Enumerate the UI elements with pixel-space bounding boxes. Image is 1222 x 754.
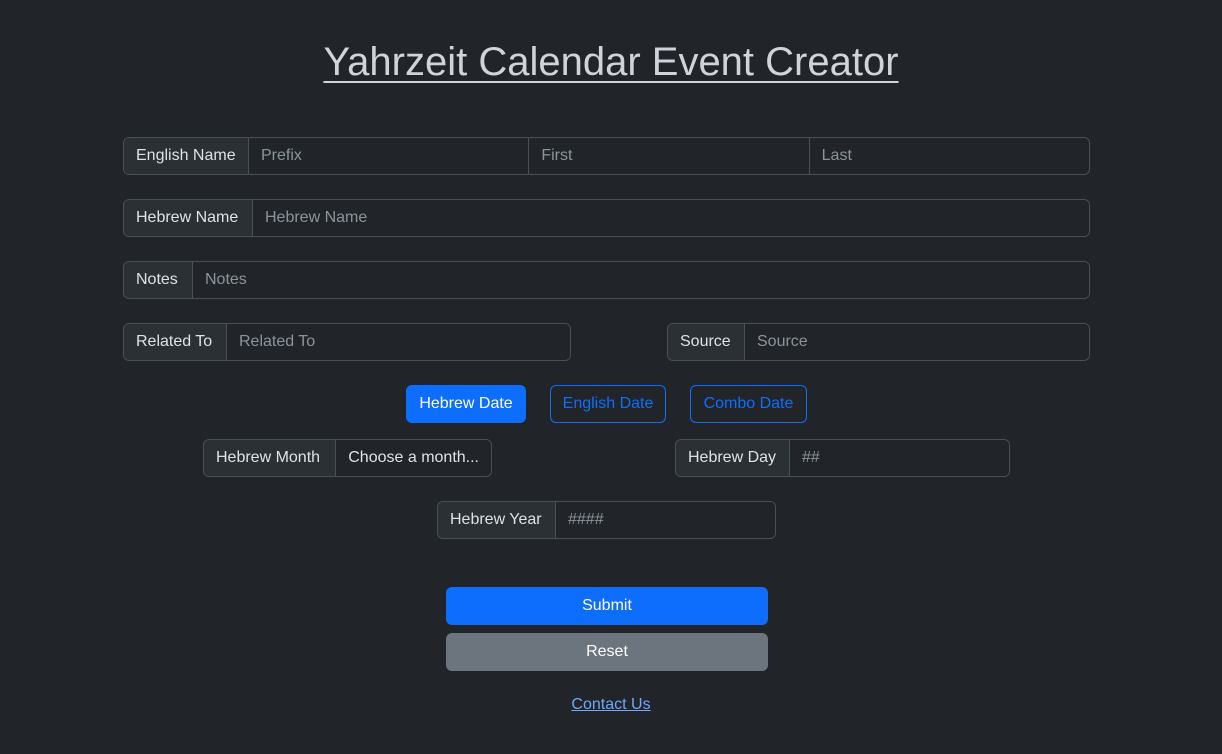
related-to-group: Related To [123,323,571,361]
first-name-input[interactable] [528,138,809,174]
hebrew-day-label: Hebrew Day [676,440,790,476]
hebrew-day-input[interactable] [790,440,1009,476]
contact-us-link[interactable]: Contact Us [0,696,1222,714]
english-name-label: English Name [124,138,249,174]
hebrew-month-group: Hebrew Month Choose a month... [203,439,492,477]
source-input[interactable] [745,324,1089,360]
hebrew-year-group: Hebrew Year [437,501,776,539]
notes-group: Notes [123,261,1090,299]
hebrew-date-button[interactable]: Hebrew Date [406,385,526,423]
hebrew-year-input[interactable] [556,502,775,538]
hebrew-name-label: Hebrew Name [124,200,253,236]
related-to-label: Related To [124,324,227,360]
hebrew-name-group: Hebrew Name [123,199,1090,237]
source-group: Source [667,323,1090,361]
prefix-input[interactable] [249,138,529,174]
english-name-group: English Name [123,137,1090,175]
last-name-input[interactable] [808,138,1089,174]
notes-input[interactable] [193,262,1089,298]
source-label: Source [668,324,745,360]
combo-date-button[interactable]: Combo Date [690,385,807,423]
hebrew-day-group: Hebrew Day [675,439,1010,477]
hebrew-year-label: Hebrew Year [438,502,556,538]
english-date-button[interactable]: English Date [550,385,666,423]
reset-button[interactable]: Reset [446,633,768,671]
notes-label: Notes [124,262,193,298]
hebrew-month-label: Hebrew Month [204,440,337,476]
hebrew-month-select[interactable]: Choose a month... [336,440,491,476]
hebrew-name-input[interactable] [253,200,1089,236]
submit-button[interactable]: Submit [446,587,768,625]
page-title[interactable]: Yahrzeit Calendar Event Creator [0,40,1222,85]
related-to-input[interactable] [227,324,570,360]
